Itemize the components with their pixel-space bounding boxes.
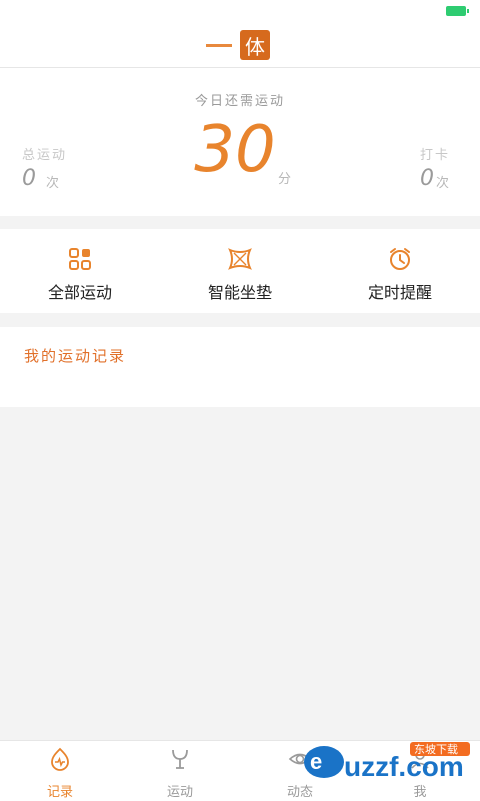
feature-reminder[interactable]: 定时提醒 [320, 229, 480, 313]
nav-label-exercise: 运动 [166, 785, 193, 800]
total-title: 总运动 [22, 148, 68, 163]
feature-label: 定时提醒 [367, 283, 432, 302]
app-header: 体 [0, 22, 480, 68]
watermark-logo: e 东坡下载 uzzf.com [300, 736, 476, 784]
total-value: 0 [22, 166, 36, 191]
total-unit: 次 [46, 176, 60, 191]
logo-box: 体 [240, 30, 270, 60]
nav-item-record[interactable]: 记录 [0, 741, 120, 801]
status-bar [0, 0, 480, 22]
nav-label-record: 记录 [46, 785, 73, 800]
feature-label: 智能坐垫 [207, 283, 272, 302]
nav-item-exercise[interactable]: 运动 [120, 741, 240, 801]
alarm-clock-icon [386, 245, 414, 273]
app-logo: 体 [206, 30, 270, 60]
exercise-icon [168, 747, 192, 771]
checkin-value: 0 [420, 166, 434, 191]
watermark-main-text: uzzf.com [344, 751, 464, 782]
grid-icon [66, 245, 94, 273]
checkin-unit: 次 [436, 176, 450, 191]
today-summary: 今日还需运动 总运动 0 次 30 分 打卡 0 次 [0, 68, 480, 216]
feature-smart-cushion[interactable]: 智能坐垫 [160, 229, 320, 313]
total-workouts: 总运动 0 次 [22, 144, 68, 191]
cushion-icon [226, 245, 254, 273]
record-icon [48, 747, 72, 771]
need-label: 今日还需运动 [194, 94, 285, 109]
my-record-title: 我的运动记录 [24, 347, 127, 365]
feature-label: 全部运动 [47, 283, 112, 302]
watermark-e: e [310, 749, 322, 774]
logo-dash [206, 43, 232, 47]
minutes-unit: 分 [278, 172, 292, 187]
my-record-section[interactable]: 我的运动记录 [0, 327, 480, 407]
feature-row: 全部运动 智能坐垫 定时提醒 [0, 229, 480, 313]
checkins: 打卡 0 次 [420, 144, 480, 191]
minutes-value: 30 [194, 113, 276, 187]
feature-all-exercise[interactable]: 全部运动 [0, 229, 160, 313]
logo-char: 体 [245, 34, 265, 59]
checkin-title: 打卡 [420, 148, 451, 163]
battery-icon [446, 6, 469, 16]
